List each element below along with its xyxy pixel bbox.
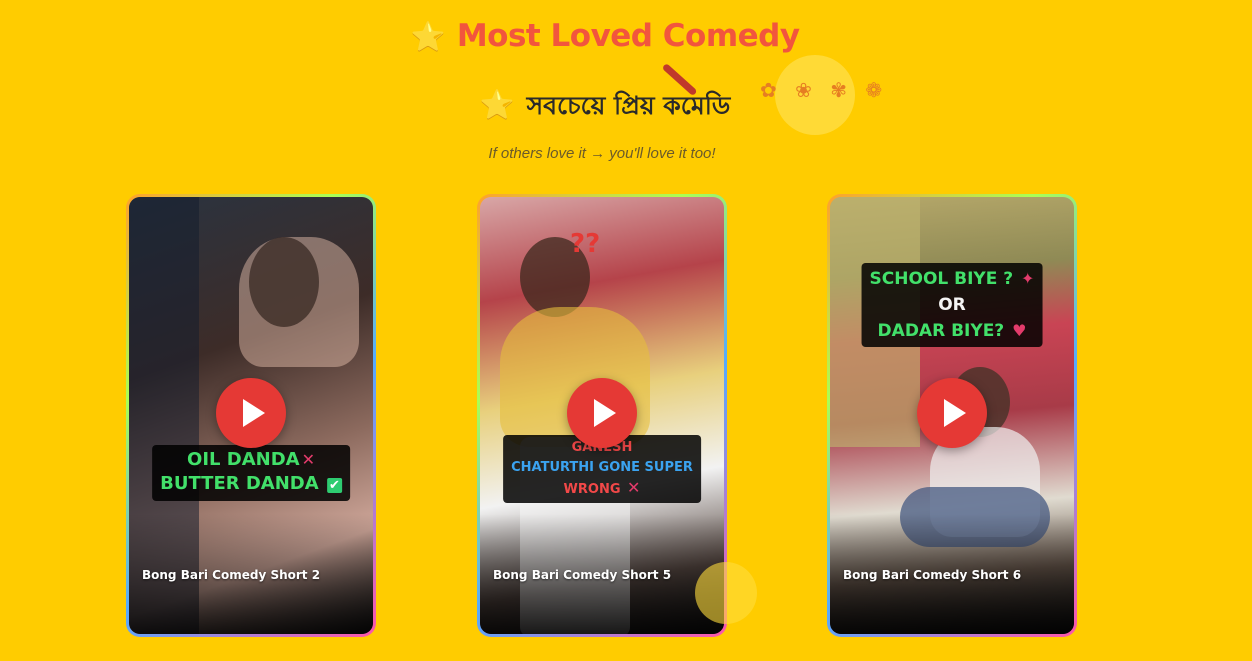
thumbnail-caption: SCHOOL BIYE ? ✦ OR DADAR BIYE? ♥ — [861, 263, 1043, 347]
fox-icon: ✦ — [1021, 269, 1035, 288]
caption-line: CHATURTHI GONE SUPER — [511, 460, 693, 475]
video-card[interactable]: OIL DANDA ✕ BUTTER DANDA ✔ Bong Bari Come… — [126, 194, 376, 637]
star-icon: ⭐ — [410, 20, 445, 53]
play-icon — [944, 399, 966, 427]
star-icon: ⭐ — [479, 88, 515, 121]
caption-line: OR — [938, 295, 966, 315]
video-title: Bong Bari Comedy Short 5 — [493, 568, 672, 582]
play-button[interactable] — [567, 378, 637, 448]
title-english: ⭐ Most Loved Comedy — [0, 18, 1210, 54]
heart-icon: ♥ — [1012, 321, 1027, 340]
caption-line: OIL DANDA — [187, 449, 300, 470]
title-bn-text: সবচেয়ে প্রিয় কমেডি — [526, 91, 731, 120]
decorative-glow — [695, 562, 757, 624]
question-marks: ?? — [570, 229, 601, 259]
thumbnail-caption: OIL DANDA ✕ BUTTER DANDA ✔ — [152, 445, 350, 501]
caption-line: DADAR BIYE? — [877, 321, 1005, 341]
caption-line: WRONG — [563, 482, 621, 497]
video-card[interactable]: ?? GANESH CHATURTHI GONE SUPER WRONG ✕ B… — [477, 194, 727, 637]
play-button[interactable] — [917, 378, 987, 448]
cross-icon: ✕ — [301, 450, 315, 469]
check-icon: ✔ — [326, 478, 342, 493]
caption-line: SCHOOL BIYE ? — [869, 269, 1014, 289]
video-title: Bong Bari Comedy Short 2 — [142, 568, 321, 582]
play-icon — [594, 399, 616, 427]
title-en-text: Most Loved Comedy — [456, 18, 800, 54]
video-title: Bong Bari Comedy Short 6 — [843, 568, 1022, 582]
play-button[interactable] — [216, 378, 286, 448]
tagline: If others love it → you'll love it too! — [488, 145, 716, 162]
video-card[interactable]: SCHOOL BIYE ? ✦ OR DADAR BIYE? ♥ Bong Ba… — [827, 194, 1077, 637]
video-thumbnail: OIL DANDA ✕ BUTTER DANDA ✔ Bong Bari Come… — [129, 197, 373, 634]
video-thumbnail: SCHOOL BIYE ? ✦ OR DADAR BIYE? ♥ Bong Ba… — [830, 197, 1074, 634]
title-bengali: ⭐ সবচেয়ে প্রিয় কমেডি — [0, 86, 1210, 129]
video-thumbnail: ?? GANESH CHATURTHI GONE SUPER WRONG ✕ B… — [480, 197, 724, 634]
play-icon — [243, 399, 265, 427]
caption-line: BUTTER DANDA — [160, 473, 319, 494]
cross-icon: ✕ — [627, 478, 641, 497]
